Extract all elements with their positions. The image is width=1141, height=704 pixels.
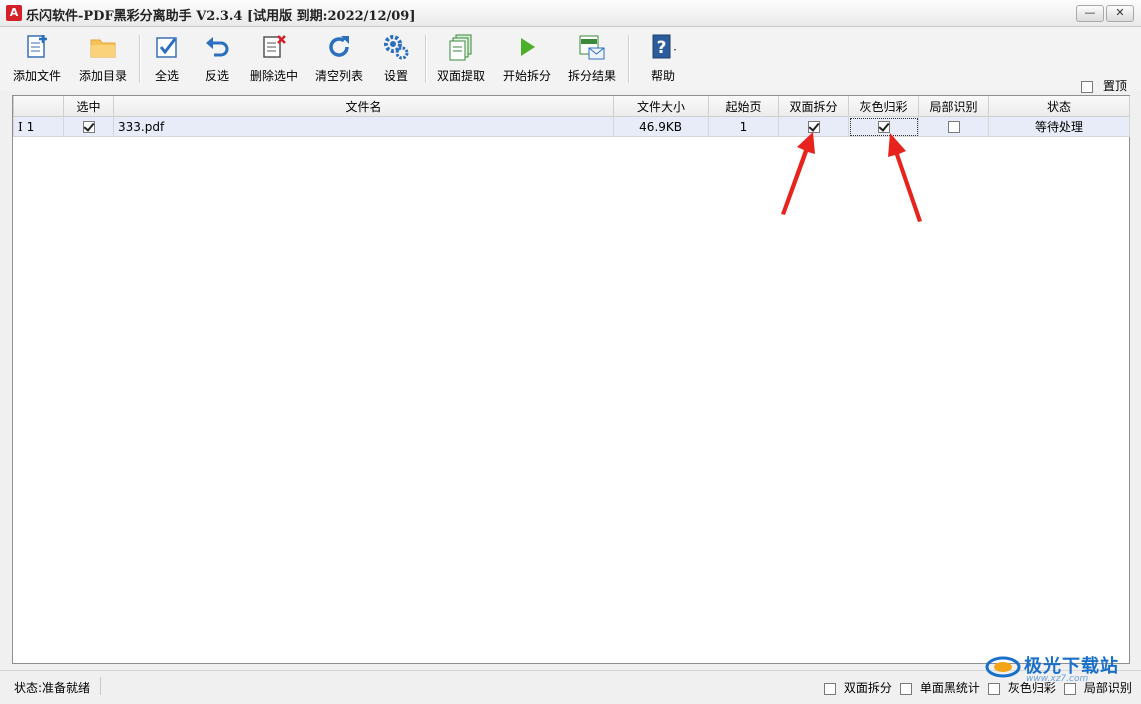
duplex-extract-label: 双面提取: [436, 69, 485, 83]
option-duplex-split-label: 双面拆分: [843, 681, 892, 695]
delete-selected-button[interactable]: 删除选中: [248, 33, 300, 87]
pin-top-checkbox[interactable]: [1081, 80, 1094, 93]
checkbox-icon: [156, 37, 177, 58]
row-partial-recognize-cell[interactable]: [918, 116, 989, 137]
invert-selection-button[interactable]: 反选: [198, 33, 236, 87]
svg-text:?: ?: [657, 38, 667, 58]
delete-selected-label: 删除选中: [249, 69, 298, 83]
select-all-button[interactable]: 全选: [148, 33, 186, 87]
option-duplex-split[interactable]: 双面拆分: [824, 679, 892, 696]
start-split-button[interactable]: 开始拆分: [500, 33, 554, 87]
row-start-page[interactable]: 1: [708, 116, 779, 137]
status-bar: 状态:准备就绪 双面拆分 单面黑统计 灰色归彩 局部识别: [0, 670, 1141, 704]
help-button[interactable]: ? 帮助: [640, 33, 686, 87]
table-header: 选中 文件名 文件大小 起始页 双面拆分 灰色归彩 局部识别 状态: [13, 96, 1130, 117]
help-label: 帮助: [650, 69, 675, 83]
add-folder-button[interactable]: 添加目录: [76, 33, 130, 87]
row-select-cell[interactable]: [63, 116, 114, 137]
gear-icon: [384, 35, 409, 60]
start-split-label: 开始拆分: [502, 69, 551, 83]
add-file-icon: [27, 35, 47, 58]
toolbar-separator: [628, 35, 630, 83]
file-table[interactable]: 选中 文件名 文件大小 起始页 双面拆分 灰色归彩 局部识别 状态 I 1 33…: [12, 95, 1130, 664]
delete-file-icon: [263, 35, 286, 58]
help-book-icon: ?: [652, 34, 676, 59]
add-file-label: 添加文件: [12, 69, 61, 83]
watermark-swirl-icon: [985, 656, 1021, 678]
row-gray-to-color-checkbox[interactable]: [877, 121, 890, 133]
column-header-duplex-split[interactable]: 双面拆分: [778, 96, 849, 117]
select-all-label: 全选: [154, 69, 179, 83]
option-gray-color-checkbox[interactable]: [988, 682, 1000, 695]
option-duplex-split-checkbox[interactable]: [824, 682, 836, 695]
pages-stack-icon: [449, 34, 472, 61]
duplex-extract-button[interactable]: 双面提取: [434, 33, 488, 87]
column-header-selected[interactable]: 选中: [63, 96, 114, 117]
pin-top-label: 置顶: [1102, 79, 1127, 93]
add-file-button[interactable]: 添加文件: [10, 33, 64, 87]
invert-selection-label: 反选: [204, 69, 229, 83]
refresh-icon: [329, 36, 349, 57]
status-text: 状态:准备就绪: [14, 681, 91, 695]
settings-label: 设置: [383, 69, 408, 83]
row-index: I 1: [13, 116, 64, 137]
column-header-partial-recognize[interactable]: 局部识别: [918, 96, 989, 117]
table-row[interactable]: I 1 333.pdf 46.9KB 1 等待处理: [13, 116, 1130, 137]
option-single-black-checkbox[interactable]: [900, 682, 912, 695]
watermark-logo: 极光下载站 www.xz7.com: [982, 650, 1132, 684]
option-partial-checkbox[interactable]: [1064, 682, 1076, 695]
split-result-button[interactable]: 拆分结果: [565, 33, 619, 87]
column-header-size[interactable]: 文件大小: [613, 96, 709, 117]
row-cursor-icon: I: [18, 119, 23, 134]
row-gray-to-color-cell[interactable]: [848, 116, 919, 137]
column-header[interactable]: [13, 96, 64, 117]
option-single-black[interactable]: 单面黑统计: [900, 679, 980, 696]
column-header-filename[interactable]: 文件名: [113, 96, 614, 117]
pin-top-option[interactable]: 置顶: [1081, 77, 1127, 94]
column-header-start-page[interactable]: 起始页: [708, 96, 779, 117]
undo-arrow-icon: [206, 37, 229, 57]
toolbar: 添加文件 添加目录 全选 反选 删除选中 清空列表 设置 双面提取 开始拆分 拆…: [0, 27, 1141, 94]
row-status: 等待处理: [988, 116, 1130, 137]
status-separator: [100, 677, 101, 695]
settings-button[interactable]: 设置: [377, 33, 415, 87]
minimize-button[interactable]: —: [1076, 5, 1104, 22]
toolbar-separator: [425, 35, 427, 83]
option-single-black-label: 单面黑统计: [919, 681, 980, 695]
clear-list-label: 清空列表: [314, 69, 363, 83]
watermark-url: www.xz7.com: [1026, 674, 1089, 684]
row-partial-recognize-checkbox[interactable]: [947, 121, 960, 133]
play-icon: [521, 38, 535, 56]
close-button[interactable]: ✕: [1106, 5, 1134, 22]
column-header-status[interactable]: 状态: [988, 96, 1130, 117]
row-duplex-split-checkbox[interactable]: [807, 121, 820, 133]
row-index-value: 1: [26, 119, 35, 134]
excel-mail-icon: [579, 35, 605, 60]
row-filesize: 46.9KB: [613, 116, 709, 137]
row-filename: 333.pdf: [113, 116, 614, 137]
add-folder-label: 添加目录: [78, 69, 127, 83]
column-header-gray-to-color[interactable]: 灰色归彩: [848, 96, 919, 117]
folder-icon: [90, 39, 116, 58]
option-partial-label: 局部识别: [1083, 681, 1132, 695]
pdf-icon: A: [6, 5, 22, 21]
row-duplex-split-cell[interactable]: [778, 116, 849, 137]
toolbar-separator: [139, 35, 141, 83]
window-title: 乐闪软件-PDF黑彩分离助手 V2.3.4 [试用版 到期:2022/12/09…: [26, 9, 416, 24]
split-result-label: 拆分结果: [567, 69, 616, 83]
clear-list-button[interactable]: 清空列表: [313, 33, 365, 87]
title-bar: A 乐闪软件-PDF黑彩分离助手 V2.3.4 [试用版 到期:2022/12/…: [0, 0, 1141, 27]
row-select-checkbox[interactable]: [82, 121, 95, 133]
